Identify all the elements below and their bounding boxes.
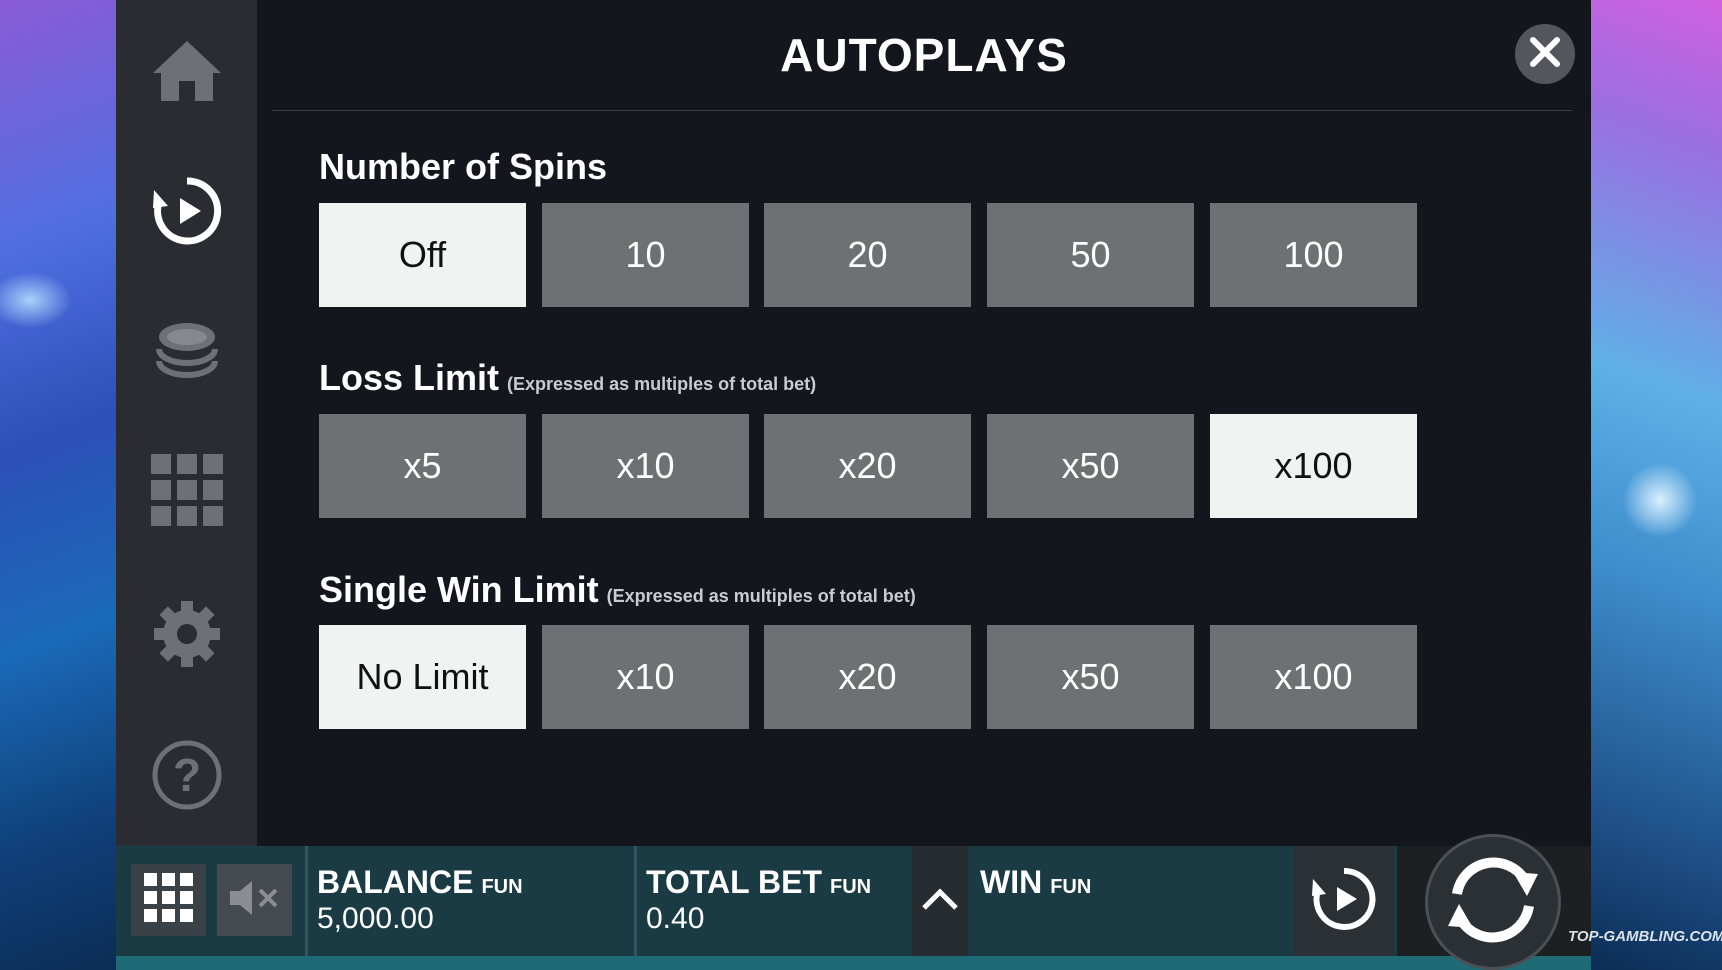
watermark: TOP-GAMBLING.COM [1568, 928, 1722, 945]
win-limit-option-x20[interactable]: x20 [764, 625, 971, 729]
win-label: WIN FUN [980, 864, 1091, 901]
loss-limit-option-x100[interactable]: x100 [1210, 414, 1417, 518]
loss-limit-note: (Expressed as multiples of total bet) [507, 374, 817, 394]
loss-limit-label: Loss Limit [319, 357, 500, 398]
total-bet-label-text: TOTAL BET [646, 864, 822, 900]
loss-limit-section-label: Loss Limit (Expressed as multiples of tot… [319, 357, 816, 399]
sidebar [116, 0, 257, 846]
autoplay-icon [152, 176, 222, 246]
speaker-muted-icon [228, 878, 282, 923]
sidebar-item-bet[interactable] [116, 306, 257, 396]
help-icon: ? [151, 739, 223, 811]
chevron-up-icon [920, 886, 960, 917]
spins-option-20[interactable]: 20 [764, 203, 971, 307]
balance-label: BALANCE FUN [317, 864, 523, 901]
sidebar-item-help[interactable]: ? [116, 730, 257, 820]
page-title: AUTOPLAYS [780, 29, 1068, 81]
win-limit-option-no-limit[interactable]: No Limit [319, 625, 526, 729]
total-bet-value: 0.40 [646, 902, 705, 935]
win-limit-note: (Expressed as multiples of total bet) [606, 586, 916, 606]
spin-arrows-icon [1443, 850, 1543, 955]
spins-option-10[interactable]: 10 [542, 203, 749, 307]
autoplay-button[interactable] [1294, 846, 1394, 956]
bottom-strip [116, 956, 1591, 970]
sidebar-item-paytable[interactable] [116, 445, 257, 535]
coins-icon [155, 319, 219, 383]
sidebar-item-settings[interactable] [116, 589, 257, 679]
menu-grid-button[interactable] [131, 864, 206, 936]
settings-gear-icon [153, 601, 220, 667]
win-limit-option-x100[interactable]: x100 [1210, 625, 1417, 729]
loss-limit-option-x10[interactable]: x10 [542, 414, 749, 518]
menu-grid-icon [143, 872, 194, 928]
win-limit-option-x50[interactable]: x50 [987, 625, 1194, 729]
total-bet-currency: FUN [830, 876, 872, 898]
loss-limit-option-x20[interactable]: x20 [764, 414, 971, 518]
win-limit-label: Single Win Limit [319, 569, 599, 610]
spin-button[interactable] [1425, 834, 1561, 970]
paytable-grid-icon [150, 454, 223, 526]
spins-option-100[interactable]: 100 [1210, 203, 1417, 307]
divider [305, 846, 308, 956]
total-bet-label: TOTAL BET FUN [646, 864, 871, 901]
spins-section-label: Number of Spins [319, 146, 607, 188]
sidebar-item-home[interactable] [116, 25, 257, 115]
win-label-text: WIN [980, 864, 1043, 900]
title-divider [272, 110, 1572, 111]
mute-button[interactable] [217, 864, 292, 936]
balance-label-text: BALANCE [317, 864, 474, 900]
home-icon [151, 37, 223, 103]
win-limit-option-x10[interactable]: x10 [542, 625, 749, 729]
balance-value: 5,000.00 [317, 902, 434, 935]
svg-text:?: ? [172, 749, 200, 801]
spins-option-off[interactable]: Off [319, 203, 526, 307]
background-left [0, 0, 120, 970]
autoplay-icon [1311, 866, 1377, 937]
win-currency: FUN [1050, 876, 1092, 898]
bet-increase-button[interactable] [912, 846, 968, 956]
background-right [1590, 0, 1722, 970]
balance-currency: FUN [481, 876, 523, 898]
sidebar-item-autoplay[interactable] [116, 166, 257, 256]
spins-label: Number of Spins [319, 146, 608, 187]
loss-limit-option-x5[interactable]: x5 [319, 414, 526, 518]
loss-limit-option-x50[interactable]: x50 [987, 414, 1194, 518]
win-limit-section-label: Single Win Limit (Expressed as multiples … [319, 569, 916, 611]
close-button[interactable] [1515, 24, 1575, 84]
divider [634, 846, 637, 956]
spins-option-50[interactable]: 50 [987, 203, 1194, 307]
close-icon [1530, 36, 1560, 72]
